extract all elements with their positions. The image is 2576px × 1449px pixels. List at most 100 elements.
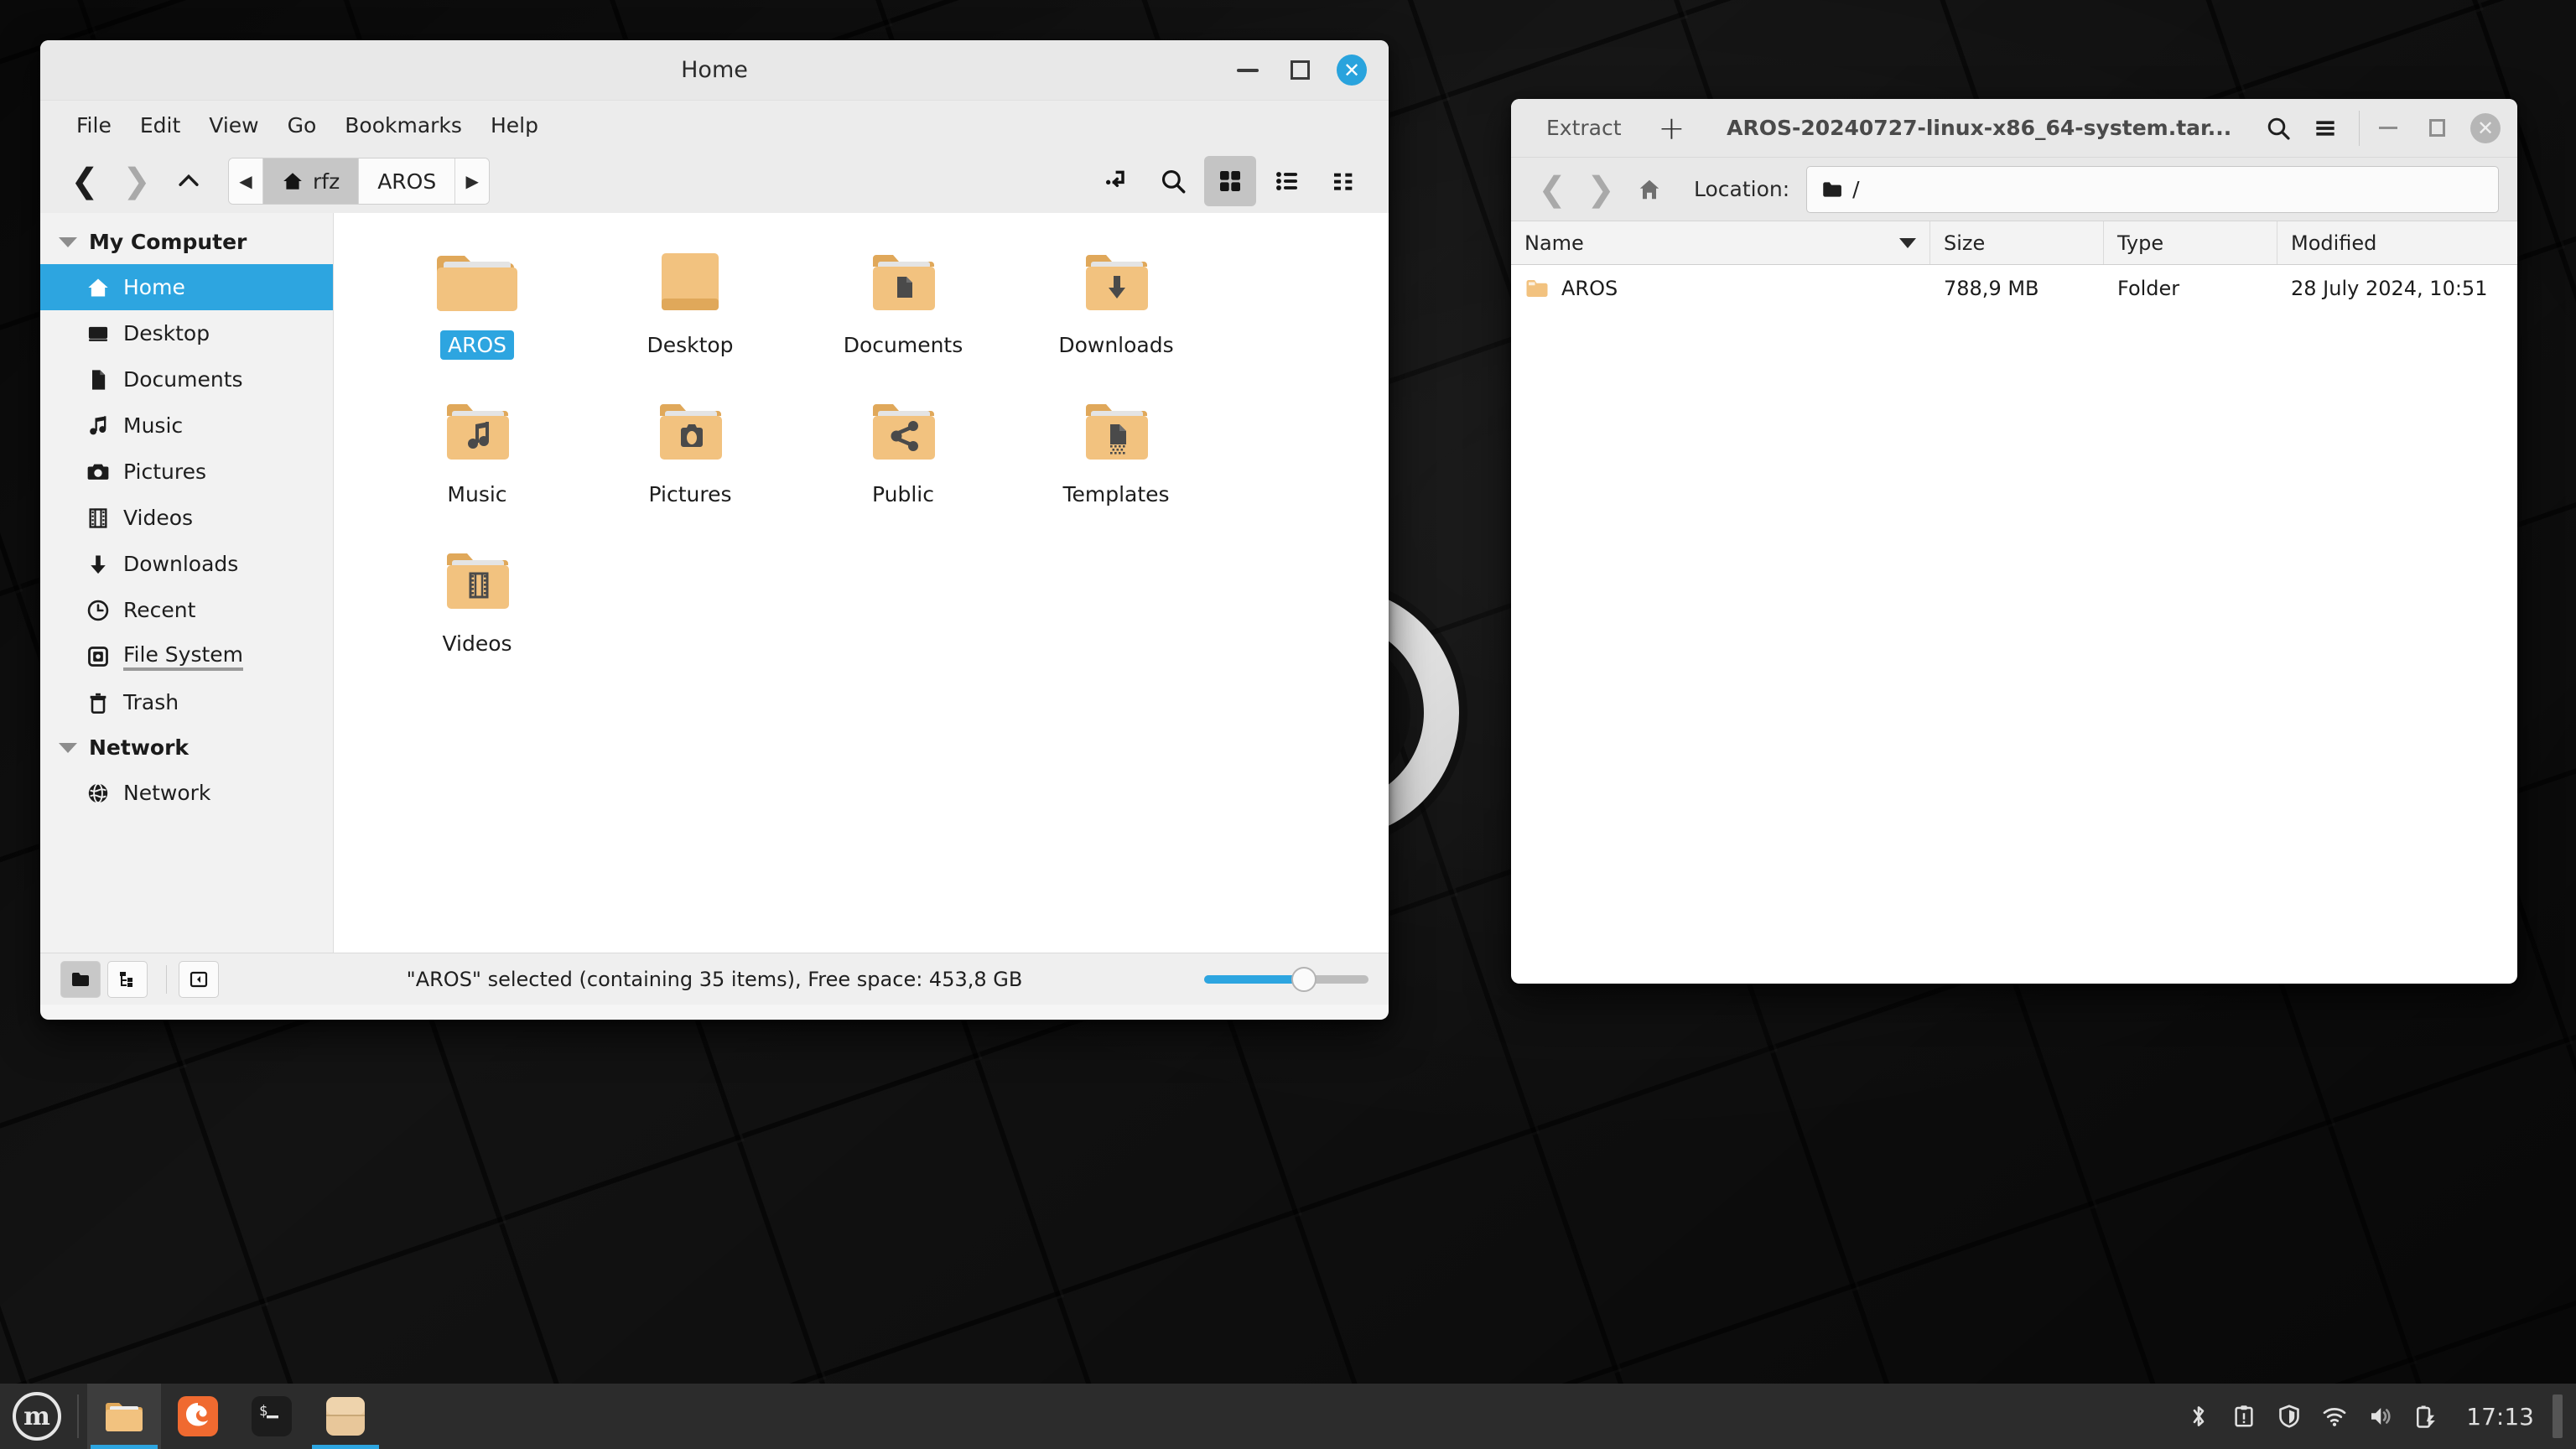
taskbar-item-files[interactable]: [87, 1384, 161, 1449]
sidebar-item-network[interactable]: Network: [40, 770, 333, 816]
search-button[interactable]: [1147, 156, 1199, 206]
chevron-down-icon: [59, 236, 77, 247]
file-item-label: Downloads: [1058, 333, 1174, 357]
column-header-name[interactable]: Name: [1511, 221, 1930, 264]
show-sidebar-button[interactable]: [179, 960, 219, 998]
list-view-button[interactable]: [1261, 156, 1313, 206]
file-list-area[interactable]: AROS Desktop Documents Downloads Music P…: [334, 213, 1389, 953]
icon-view-button[interactable]: [1204, 156, 1256, 206]
show-sidebar-icon: [190, 971, 208, 987]
icon-grid: AROS Desktop Documents Downloads Music P…: [372, 236, 1389, 684]
sidebar-item-recent[interactable]: Recent: [40, 587, 333, 633]
taskbar-item-archive-manager[interactable]: [309, 1384, 382, 1449]
tree-view-toggle-button[interactable]: [107, 960, 148, 998]
location-input[interactable]: /: [1806, 165, 2499, 213]
open-terminal-button[interactable]: [1090, 156, 1142, 206]
archive-back-button[interactable]: ❮: [1530, 167, 1575, 212]
file-manager-window[interactable]: Home ✕ File Edit View Go Bookmarks Help …: [40, 40, 1389, 1020]
extract-button[interactable]: Extract: [1528, 116, 1640, 140]
breadcrumb[interactable]: ◀ rfz AROS ▶: [228, 158, 491, 205]
shield-icon[interactable]: [2267, 1394, 2312, 1439]
sidebar-item-file-system[interactable]: File System: [40, 633, 333, 679]
sidebar-item-trash[interactable]: Trash: [40, 679, 333, 725]
column-header-modified[interactable]: Modified: [2277, 221, 2517, 264]
minimize-button[interactable]: [2373, 113, 2403, 143]
archive-manager-window[interactable]: Extract + AROS-20240727-linux-x86_64-sys…: [1511, 99, 2517, 984]
panel-handle[interactable]: [2553, 1394, 2563, 1438]
taskbar-app-list[interactable]: $: [87, 1384, 382, 1449]
bluetooth-icon[interactable]: [2176, 1394, 2221, 1439]
breadcrumb-scroll-right[interactable]: ▶: [455, 158, 490, 204]
navigation-buttons[interactable]: ❮ ❯: [59, 156, 215, 206]
file-item-public[interactable]: Public: [798, 386, 1008, 535]
close-button[interactable]: ✕: [2470, 112, 2501, 143]
search-icon: [2267, 117, 2290, 140]
archive-search-button[interactable]: [2255, 106, 2302, 150]
archive-window-controls[interactable]: ✕: [2370, 112, 2501, 143]
sidebar-item-desktop[interactable]: Desktop: [40, 310, 333, 356]
archive-home-button[interactable]: [1627, 167, 1672, 212]
toolbar-right-buttons[interactable]: [1090, 156, 1370, 206]
file-item-music[interactable]: Music: [372, 386, 582, 535]
file-item-videos[interactable]: Videos: [372, 535, 582, 684]
menu-bar[interactable]: File Edit View Go Bookmarks Help: [40, 101, 1389, 149]
breadcrumb-scroll-left[interactable]: ◀: [229, 158, 262, 204]
sidebar[interactable]: My Computer Home Desktop Documents Music…: [40, 213, 334, 953]
file-manager-titlebar[interactable]: Home ✕: [40, 40, 1389, 101]
toolbar[interactable]: ❮ ❯ ◀ rfz AROS ▶: [40, 149, 1389, 213]
file-item-templates[interactable]: Templates: [1011, 386, 1221, 535]
desktop[interactable]: Home ✕ File Edit View Go Bookmarks Help …: [0, 0, 2576, 1449]
column-header-type[interactable]: Type: [2104, 221, 2277, 264]
column-header-size[interactable]: Size: [1930, 221, 2104, 264]
add-files-button[interactable]: +: [1640, 112, 1704, 144]
icon-view-toggle-button[interactable]: [60, 960, 101, 998]
archive-column-headers[interactable]: Name Size Type Modified: [1511, 221, 2517, 265]
volume-icon[interactable]: [2357, 1394, 2402, 1439]
breadcrumb-item-aros[interactable]: AROS: [359, 158, 455, 204]
menu-item-file[interactable]: File: [62, 108, 126, 143]
archive-menu-button[interactable]: [2302, 106, 2349, 150]
sidebar-group-network[interactable]: Network: [40, 725, 333, 770]
system-tray[interactable]: 17:13: [2176, 1394, 2576, 1439]
sidebar-item-downloads[interactable]: Downloads: [40, 541, 333, 587]
search-icon: [1161, 169, 1186, 194]
up-button[interactable]: [163, 156, 215, 206]
archive-headerbar[interactable]: Extract + AROS-20240727-linux-x86_64-sys…: [1511, 99, 2517, 158]
file-item-desktop[interactable]: Desktop: [585, 236, 795, 386]
breadcrumb-item-rfz[interactable]: rfz: [263, 158, 359, 204]
zoom-slider[interactable]: [1204, 965, 1368, 994]
status-bar[interactable]: "AROS" selected (containing 35 items), F…: [40, 953, 1389, 1005]
clock[interactable]: 17:13: [2448, 1403, 2553, 1431]
file-item-label: Videos: [442, 631, 512, 656]
wifi-icon[interactable]: [2312, 1394, 2357, 1439]
menu-item-bookmarks[interactable]: Bookmarks: [330, 108, 476, 143]
compact-view-button[interactable]: [1318, 156, 1370, 206]
menu-item-go[interactable]: Go: [273, 108, 331, 143]
archive-forward-button[interactable]: ❯: [1578, 167, 1623, 212]
taskbar-item-firefox[interactable]: [161, 1384, 235, 1449]
file-item-downloads[interactable]: Downloads: [1011, 236, 1221, 386]
maximize-button[interactable]: [2422, 113, 2452, 143]
table-row[interactable]: AROS 788,9 MB Folder 28 July 2024, 10:51: [1511, 265, 2517, 312]
sidebar-item-home[interactable]: Home: [40, 264, 333, 310]
menu-item-help[interactable]: Help: [476, 108, 553, 143]
slider-knob[interactable]: [1291, 966, 1317, 992]
taskbar[interactable]: m $ 17:13: [0, 1384, 2576, 1449]
taskbar-item-terminal[interactable]: $: [235, 1384, 309, 1449]
sidebar-group-my-computer[interactable]: My Computer: [40, 220, 333, 264]
file-item-aros[interactable]: AROS: [372, 236, 582, 386]
archive-location-bar[interactable]: ❮ ❯ Location: /: [1511, 158, 2517, 221]
back-button[interactable]: ❮: [59, 156, 111, 206]
battery-charging-icon[interactable]: [2402, 1394, 2448, 1439]
file-item-documents[interactable]: Documents: [798, 236, 1008, 386]
sidebar-item-music[interactable]: Music: [40, 402, 333, 449]
clipboard-icon[interactable]: [2221, 1394, 2267, 1439]
forward-button[interactable]: ❯: [111, 156, 163, 206]
sidebar-item-documents[interactable]: Documents: [40, 356, 333, 402]
menu-item-view[interactable]: View: [195, 108, 273, 143]
sidebar-item-videos[interactable]: Videos: [40, 495, 333, 541]
file-item-pictures[interactable]: Pictures: [585, 386, 795, 535]
sidebar-item-pictures[interactable]: Pictures: [40, 449, 333, 495]
start-menu-button[interactable]: m: [0, 1392, 74, 1441]
menu-item-edit[interactable]: Edit: [126, 108, 195, 143]
